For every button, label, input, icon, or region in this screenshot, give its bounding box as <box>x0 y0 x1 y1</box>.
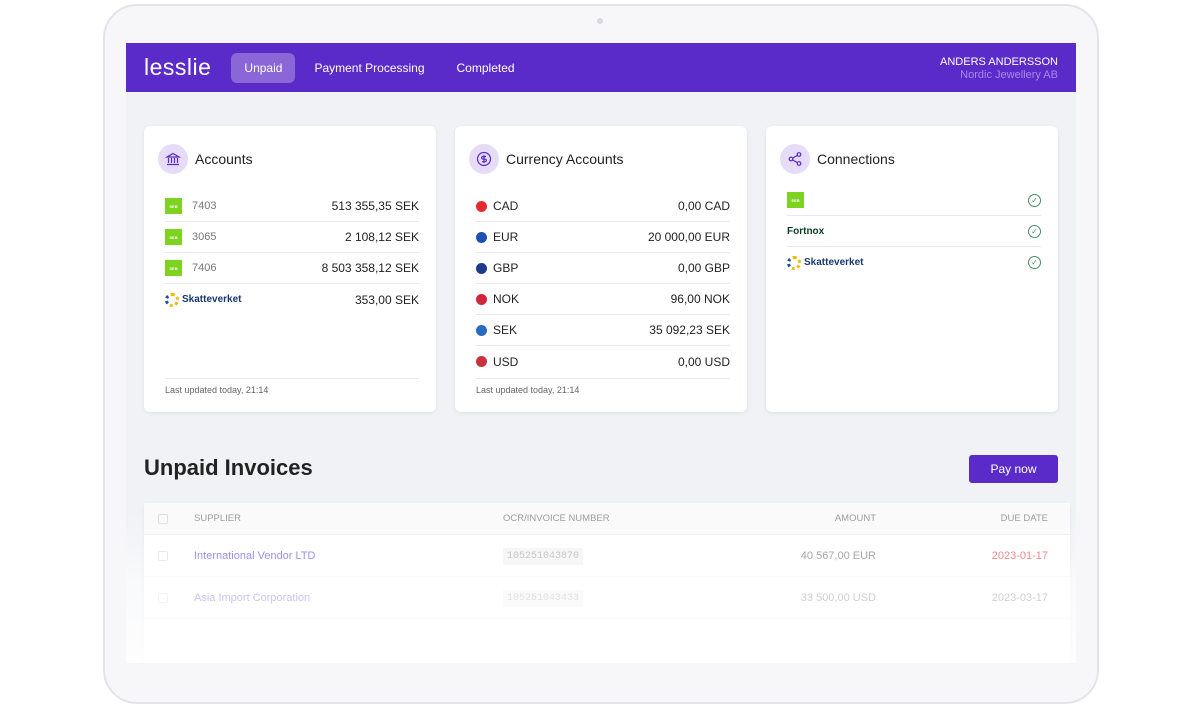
currency-row[interactable]: GBP 0,00 GBP <box>476 253 730 284</box>
flag-icon <box>476 293 487 305</box>
fortnox-logo: Fortnox <box>787 225 825 237</box>
account-row[interactable]: Skatteverket 353,00 SEK <box>165 284 419 315</box>
due-date: 2023-01-17 <box>991 549 1048 562</box>
camera-dot <box>597 18 603 24</box>
currency-code: CAD <box>493 199 519 213</box>
accounts-card: Accounts SEB 7403 513 355,35 SEK SEB 3065 2 1… <box>144 126 436 412</box>
row-checkbox[interactable] <box>158 592 168 603</box>
col-amount[interactable]: AMOUNT <box>776 513 876 524</box>
connection-row[interactable]: Skatteverket ✓ <box>787 247 1041 278</box>
tab-completed[interactable]: Completed <box>444 53 528 83</box>
company-name: Nordic Jewellery AB <box>960 69 1058 81</box>
supplier-link[interactable]: International Vendor LTD <box>194 550 503 562</box>
account-amount: 513 355,35 SEK <box>331 199 419 213</box>
seb-logo: SEB <box>165 260 182 276</box>
share-icon <box>780 144 810 174</box>
currency-row[interactable]: CAD 0,00 CAD <box>476 191 730 222</box>
col-due-date[interactable]: DUE DATE <box>876 513 1048 524</box>
currency-code: EUR <box>493 230 519 244</box>
flag-icon <box>476 324 487 336</box>
currency-row[interactable]: USD 0,00 USD <box>476 346 730 377</box>
currency-code: NOK <box>493 292 520 306</box>
check-circle-icon: ✓ <box>1028 256 1041 269</box>
account-amount: 2 108,12 SEK <box>344 230 419 244</box>
ocr-number: 105251043433 <box>503 590 584 607</box>
user-name: ANDERS ANDERSSON <box>940 56 1058 68</box>
select-all-checkbox[interactable] <box>158 513 168 524</box>
last-updated: Last updated today, 21:14 <box>165 378 419 395</box>
currency-amount: 0,00 CAD <box>677 199 730 213</box>
col-supplier[interactable]: SUPPLIER <box>194 513 503 524</box>
currency-code: SEK <box>493 323 518 337</box>
check-circle-icon: ✓ <box>1028 224 1041 238</box>
pay-now-button[interactable]: Pay now <box>969 455 1058 483</box>
flag-icon <box>476 200 487 212</box>
currency-amount: 0,00 USD <box>677 354 730 369</box>
row-checkbox[interactable] <box>158 550 168 561</box>
invoice-amount: 33 500,00 USD <box>800 591 876 604</box>
currency-amount: 20 000,00 EUR <box>647 230 730 244</box>
currency-amount: 96,00 NOK <box>670 292 730 306</box>
table-header: SUPPLIER OCR/INVOICE NUMBER AMOUNT DUE D… <box>144 503 1070 535</box>
account-row[interactable]: SEB 7406 8 503 358,12 SEK <box>165 253 419 284</box>
card-title: Accounts <box>195 151 253 167</box>
account-amount: 8 503 358,12 SEK <box>321 261 419 275</box>
account-number: 7406 <box>192 262 217 274</box>
card-title: Currency Accounts <box>506 151 624 167</box>
currency-accounts-card: Currency Accounts CAD 0,00 CAD EUR 20 000,0… <box>455 126 747 412</box>
seb-logo: SEB <box>787 192 804 208</box>
account-row[interactable]: SEB 7403 513 355,35 SEK <box>165 191 419 222</box>
account-amount: 353,00 SEK <box>354 292 419 307</box>
flag-icon <box>476 262 487 274</box>
tab-payment-processing[interactable]: Payment Processing <box>301 53 437 83</box>
currency-amount: 0,00 GBP <box>677 261 730 275</box>
flag-icon <box>476 231 487 243</box>
bank-icon <box>158 144 188 174</box>
seb-logo: SEB <box>165 229 182 245</box>
tab-unpaid[interactable]: Unpaid <box>231 52 296 83</box>
currency-row[interactable]: SEK 35 092,23 SEK <box>476 315 730 346</box>
skatteverket-logo: Skatteverket <box>165 292 241 307</box>
invoice-amount: 40 567,00 EUR <box>800 549 876 562</box>
logo: lesslie <box>144 54 212 80</box>
supplier-link[interactable]: Asia Import Corporation <box>194 592 503 604</box>
check-circle-icon: ✓ <box>1028 193 1041 207</box>
col-ocr[interactable]: OCR/INVOICE NUMBER <box>503 513 776 524</box>
invoices-table: SUPPLIER OCR/INVOICE NUMBER AMOUNT DUE D… <box>144 503 1070 663</box>
account-number: 7403 <box>192 200 217 212</box>
user-menu[interactable]: ANDERS ANDERSSON Nordic Jewellery AB <box>940 56 1058 82</box>
dollar-icon <box>469 144 499 174</box>
currency-amount: 35 092,23 SEK <box>649 323 730 337</box>
table-row[interactable]: Asia Import Corporation 105251043433 33 50… <box>144 577 1070 619</box>
app-screen: lesslie Unpaid Payment Processing Comple… <box>126 43 1076 663</box>
connection-row[interactable]: Fortnox ✓ <box>787 216 1041 247</box>
account-number: 3065 <box>192 231 217 243</box>
currency-row[interactable]: EUR 20 000,00 EUR <box>476 222 730 253</box>
due-date: 2023-03-17 <box>991 591 1048 604</box>
card-title: Connections <box>817 151 895 167</box>
account-row[interactable]: SEB 3065 2 108,12 SEK <box>165 222 419 253</box>
seb-logo: SEB <box>165 198 182 214</box>
currency-row[interactable]: NOK 96,00 NOK <box>476 284 730 315</box>
last-updated: Last updated today, 21:14 <box>476 378 730 395</box>
connections-card: Connections SEB ✓ Fortnox ✓ Skatteverket ✓ <box>766 126 1058 412</box>
ocr-number: 105251043870 <box>503 548 584 565</box>
currency-code: GBP <box>493 261 519 275</box>
skatteverket-logo: Skatteverket <box>787 255 863 270</box>
top-nav: lesslie Unpaid Payment Processing Comple… <box>126 43 1076 92</box>
currency-code: USD <box>493 354 519 369</box>
connection-row[interactable]: SEB ✓ <box>787 185 1041 216</box>
table-row[interactable]: International Vendor LTD 105251043870 40 5… <box>144 535 1070 577</box>
page-title: Unpaid Invoices <box>144 455 313 480</box>
flag-icon <box>476 356 487 367</box>
